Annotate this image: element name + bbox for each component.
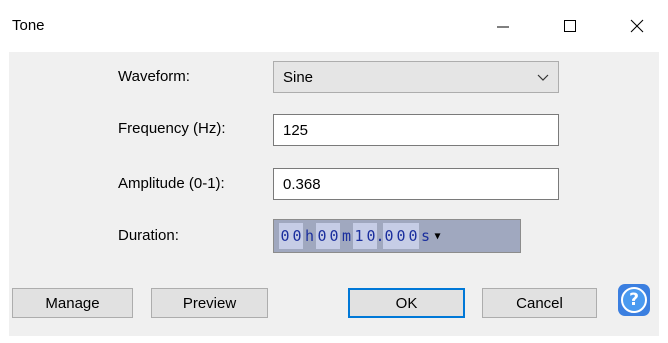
duration-time-control[interactable]: 0 0 h 0 0 m 1 0 . 0 0 0 s ▼ [273, 219, 521, 253]
maximize-button[interactable] [547, 8, 593, 44]
duration-digits: 0 0 h 0 0 m 1 0 . 0 0 0 s ▼ [279, 223, 442, 249]
dialog-body: Waveform: Sine Frequency (Hz): Amplitude… [9, 52, 659, 336]
format-menu-caret-icon[interactable]: ▼ [433, 223, 442, 249]
hours-unit: h [303, 223, 316, 249]
amplitude-label: Amplitude (0-1): [118, 175, 225, 192]
minutes-unit: m [340, 223, 353, 249]
minutes-digit[interactable]: 0 [328, 223, 340, 249]
seconds-digit[interactable]: 1 [353, 223, 365, 249]
fraction-digit[interactable]: 0 [407, 223, 419, 249]
minimize-icon [497, 26, 509, 28]
chevron-down-icon [537, 74, 549, 81]
waveform-select[interactable]: Sine [273, 61, 559, 93]
ok-button[interactable]: OK [348, 288, 465, 318]
close-button[interactable] [614, 8, 660, 44]
frequency-input[interactable] [273, 114, 559, 146]
help-button[interactable]: ? [618, 284, 650, 316]
help-icon: ? [621, 287, 647, 313]
fraction-digit[interactable]: 0 [395, 223, 407, 249]
preview-button[interactable]: Preview [151, 288, 268, 318]
hours-digit[interactable]: 0 [291, 223, 303, 249]
window-title: Tone [12, 17, 45, 34]
maximize-icon [564, 20, 576, 32]
title-bar: Tone [0, 0, 668, 52]
minimize-button[interactable] [480, 8, 526, 44]
hours-digit[interactable]: 0 [279, 223, 291, 249]
waveform-value: Sine [283, 69, 314, 86]
amplitude-input[interactable] [273, 168, 559, 200]
duration-label: Duration: [118, 227, 179, 244]
fraction-digit[interactable]: 0 [383, 223, 395, 249]
frequency-label: Frequency (Hz): [118, 120, 226, 137]
waveform-label: Waveform: [118, 68, 190, 85]
minutes-digit[interactable]: 0 [316, 223, 328, 249]
seconds-unit: s [419, 223, 432, 249]
close-icon [630, 19, 644, 33]
manage-button[interactable]: Manage [12, 288, 133, 318]
cancel-button[interactable]: Cancel [482, 288, 597, 318]
